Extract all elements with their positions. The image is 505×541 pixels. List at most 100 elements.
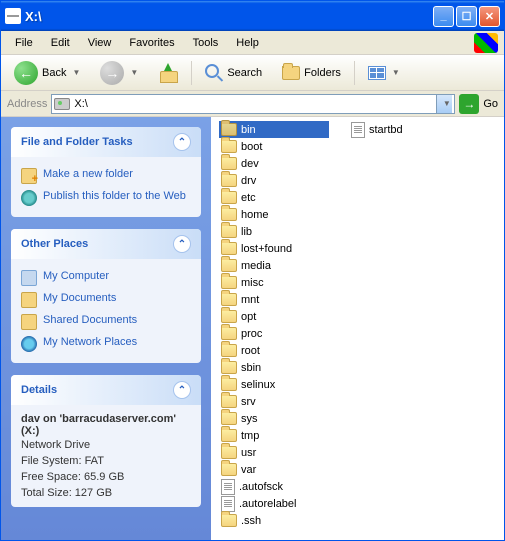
list-item[interactable]: bin <box>219 121 329 138</box>
task-label: My Documents <box>43 292 116 304</box>
panel-tasks-header[interactable]: File and Folder Tasks ⌃ <box>11 127 201 157</box>
item-name: dev <box>241 158 259 170</box>
folder-icon <box>221 123 237 136</box>
collapse-icon[interactable]: ⌃ <box>173 381 191 399</box>
window-title: X:\ <box>25 9 433 24</box>
collapse-icon[interactable]: ⌃ <box>173 133 191 151</box>
list-item[interactable]: drv <box>219 172 329 189</box>
item-name: .autorelabel <box>239 498 297 510</box>
list-item[interactable]: .autofsck <box>219 478 329 495</box>
list-item[interactable]: dev <box>219 155 329 172</box>
item-name: tmp <box>241 430 259 442</box>
address-field[interactable]: X:\ ▼ <box>51 94 455 114</box>
close-button[interactable]: ✕ <box>479 6 500 27</box>
shared-icon <box>21 314 37 330</box>
search-label: Search <box>227 67 262 79</box>
list-item[interactable]: home <box>219 206 329 223</box>
list-item[interactable]: boot <box>219 138 329 155</box>
maximize-button[interactable]: ☐ <box>456 6 477 27</box>
file-icon <box>221 496 235 512</box>
item-name: srv <box>241 396 256 408</box>
file-list[interactable]: binboot dev drvetc home lib lost+found media mi… <box>211 117 504 540</box>
folder-icon <box>221 208 237 221</box>
chevron-down-icon: ▼ <box>72 68 80 77</box>
item-name: var <box>241 464 256 476</box>
publish-icon <box>21 190 37 206</box>
explorer-window: X:\ _ ☐ ✕ FileEditViewFavoritesToolsHelp… <box>0 0 505 541</box>
list-item[interactable]: startbd <box>349 121 459 138</box>
list-item[interactable]: misc <box>219 274 329 291</box>
list-item[interactable]: sys <box>219 410 329 427</box>
list-item[interactable]: media <box>219 257 329 274</box>
list-item[interactable]: .autorelabel <box>219 495 329 512</box>
item-name: startbd <box>369 124 403 136</box>
list-item[interactable]: selinux <box>219 376 329 393</box>
collapse-icon[interactable]: ⌃ <box>173 235 191 253</box>
folders-label: Folders <box>304 67 341 79</box>
task-link[interactable]: My Documents <box>21 289 191 311</box>
forward-button[interactable]: → ▼ <box>93 57 145 89</box>
list-item[interactable]: root <box>219 342 329 359</box>
task-label: My Computer <box>43 270 109 282</box>
panel-places-body: My Computer My Documents Shared DocumentsM… <box>11 259 201 363</box>
list-item[interactable]: var <box>219 461 329 478</box>
up-button[interactable] <box>151 59 185 87</box>
task-link[interactable]: Make a new folder <box>21 165 191 187</box>
menu-view[interactable]: View <box>80 35 120 51</box>
folder-icon <box>221 259 237 272</box>
menu-tools[interactable]: Tools <box>185 35 227 51</box>
list-item[interactable]: sbin <box>219 359 329 376</box>
list-item[interactable]: lib <box>219 223 329 240</box>
menu-favorites[interactable]: Favorites <box>121 35 182 51</box>
list-item[interactable]: mnt <box>219 291 329 308</box>
item-name: home <box>241 209 269 221</box>
panel-places-header[interactable]: Other Places ⌃ <box>11 229 201 259</box>
task-link[interactable]: My Network Places <box>21 333 191 355</box>
chevron-down-icon: ▼ <box>392 68 400 77</box>
drive-icon <box>5 8 21 24</box>
list-item[interactable]: opt <box>219 308 329 325</box>
task-link[interactable]: Publish this folder to the Web <box>21 187 191 209</box>
list-item[interactable]: proc <box>219 325 329 342</box>
item-name: sys <box>241 413 258 425</box>
details-type: Network Drive <box>21 439 191 451</box>
mydocs-icon <box>21 292 37 308</box>
minimize-button[interactable]: _ <box>433 6 454 27</box>
folder-icon <box>221 157 237 170</box>
panel-places: Other Places ⌃ My Computer My Documents Sh… <box>11 229 201 363</box>
go-button[interactable]: → <box>459 94 479 114</box>
address-bar: Address X:\ ▼ → Go <box>1 91 504 117</box>
menu-help[interactable]: Help <box>228 35 267 51</box>
list-item[interactable]: etc <box>219 189 329 206</box>
titlebar[interactable]: X:\ _ ☐ ✕ <box>1 1 504 31</box>
task-link[interactable]: My Computer <box>21 267 191 289</box>
list-item[interactable]: .ssh <box>219 512 329 529</box>
item-name: lost+found <box>241 243 292 255</box>
separator <box>354 61 355 85</box>
folder-icon <box>221 225 237 238</box>
panel-details-header[interactable]: Details ⌃ <box>11 375 201 405</box>
task-link[interactable]: Shared Documents <box>21 311 191 333</box>
drive-icon <box>54 98 70 110</box>
item-name: misc <box>241 277 264 289</box>
list-item[interactable]: lost+found <box>219 240 329 257</box>
menu-edit[interactable]: Edit <box>43 35 78 51</box>
newfolder-icon <box>21 168 37 184</box>
panel-tasks-title: File and Folder Tasks <box>21 136 133 148</box>
views-button[interactable]: ▼ <box>361 62 407 84</box>
back-button[interactable]: ← Back ▼ <box>7 57 87 89</box>
separator <box>191 61 192 85</box>
toolbar: ← Back ▼ → ▼ Search Folders ▼ <box>1 55 504 91</box>
list-item[interactable]: srv <box>219 393 329 410</box>
folder-icon <box>221 514 237 527</box>
search-button[interactable]: Search <box>198 60 269 86</box>
list-item[interactable]: tmp <box>219 427 329 444</box>
details-fs: File System: FAT <box>21 455 191 467</box>
item-name: usr <box>241 447 256 459</box>
menubar: FileEditViewFavoritesToolsHelp <box>1 31 504 55</box>
folders-button[interactable]: Folders <box>275 62 348 84</box>
list-item[interactable]: usr <box>219 444 329 461</box>
address-dropdown[interactable]: ▼ <box>436 95 452 113</box>
menu-file[interactable]: File <box>7 35 41 51</box>
folder-icon <box>221 174 237 187</box>
